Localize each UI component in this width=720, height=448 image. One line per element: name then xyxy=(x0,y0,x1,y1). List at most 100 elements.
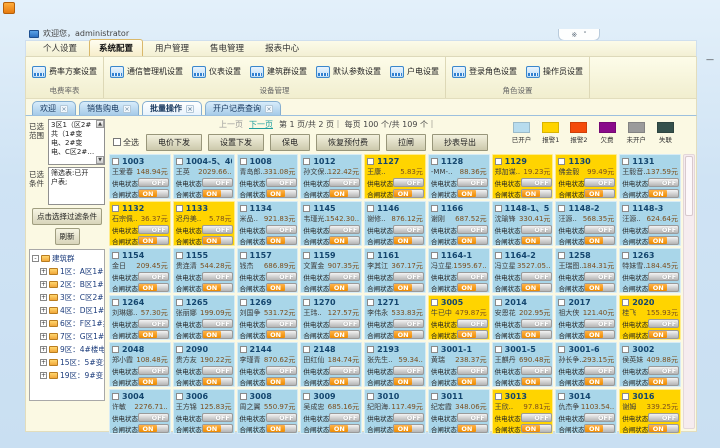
doc-tab-欢迎[interactable]: 欢迎× xyxy=(32,101,76,115)
switch-toggle-on[interactable]: ON xyxy=(521,377,552,386)
switch-toggle-on[interactable]: ON xyxy=(521,236,552,245)
ribbon-button-操作员设置[interactable]: 操作员设置 xyxy=(526,66,583,78)
switch-toggle-on[interactable]: ON xyxy=(329,189,360,198)
meter-card-1161[interactable]: 1161李其江367.17元供电状态OFF合闸状态ON xyxy=(364,248,426,293)
supply-toggle-off[interactable]: OFF xyxy=(584,225,615,234)
switch-toggle-on[interactable]: ON xyxy=(329,236,360,245)
supply-toggle-off[interactable]: OFF xyxy=(202,319,233,328)
switch-toggle-on[interactable]: ON xyxy=(138,236,169,245)
close-tab-icon[interactable]: × xyxy=(60,105,68,113)
card-checkbox[interactable] xyxy=(431,205,438,212)
menu-tab-报表中心[interactable]: 报表中心 xyxy=(256,40,308,56)
switch-toggle-on[interactable]: ON xyxy=(584,330,615,339)
card-checkbox[interactable] xyxy=(367,158,374,165)
supply-toggle-off[interactable]: OFF xyxy=(266,366,297,375)
meter-card-3001-6[interactable]: 3001-6孙长争..293.15元供电状态OFF合闸状态ON xyxy=(555,342,617,387)
meter-card-1127[interactable]: 1127王康..5.83元供电状态OFF合闸状态ON xyxy=(364,154,426,199)
menu-tab-售电管理[interactable]: 售电管理 xyxy=(201,40,253,56)
meter-card-1133[interactable]: 1133迟丹美..5.78元供电状态OFF合闸状态ON xyxy=(173,201,235,246)
supply-toggle-off[interactable]: OFF xyxy=(393,225,424,234)
switch-toggle-on[interactable]: ON xyxy=(457,189,488,198)
supply-toggle-off[interactable]: OFF xyxy=(648,366,679,375)
meter-card-1258[interactable]: 1258王瑞图..184.31元供电状态OFF合闸状态ON xyxy=(555,248,617,293)
switch-toggle-on[interactable]: ON xyxy=(393,424,424,433)
meter-card-1271[interactable]: 1271李伟永533.83元供电状态OFF合闸状态ON xyxy=(364,295,426,340)
supply-toggle-off[interactable]: OFF xyxy=(202,225,233,234)
supply-toggle-off[interactable]: OFF xyxy=(457,366,488,375)
card-checkbox[interactable] xyxy=(367,252,374,259)
card-checkbox[interactable] xyxy=(240,299,247,306)
switch-toggle-on[interactable]: ON xyxy=(584,283,615,292)
meter-card-3006[interactable]: 3006王方锦125.83元供电状态OFF合闸状态ON xyxy=(173,389,235,434)
toolbar-button-抄表导出[interactable]: 抄表导出 xyxy=(432,134,488,151)
card-checkbox[interactable] xyxy=(176,299,183,306)
tree-node[interactable]: +1区：A区1#井 xyxy=(32,265,104,278)
card-checkbox[interactable] xyxy=(558,346,565,353)
prev-page-link[interactable]: 上一页 xyxy=(219,119,243,130)
meter-card-2144[interactable]: 2144李瑾青870.62元供电状态OFF合闸状态ON xyxy=(237,342,299,387)
meter-card-1145[interactable]: 1145韦瑾光..1542.30..供电状态OFF合闸状态ON xyxy=(300,201,362,246)
supply-toggle-off[interactable]: OFF xyxy=(138,272,169,281)
card-checkbox[interactable] xyxy=(367,393,374,400)
meter-card-1148-3[interactable]: 1148-3汪源..624.64元供电状态OFF合闸状态ON xyxy=(619,201,681,246)
tree-node[interactable]: +19区：9#变电站（2… xyxy=(32,369,104,382)
supply-toggle-off[interactable]: OFF xyxy=(457,178,488,187)
expand-node-icon[interactable]: + xyxy=(40,372,47,379)
supply-toggle-off[interactable]: OFF xyxy=(648,413,679,422)
switch-toggle-on[interactable]: ON xyxy=(202,424,233,433)
card-checkbox[interactable] xyxy=(303,252,310,259)
switch-toggle-on[interactable]: ON xyxy=(266,236,297,245)
meter-card-3014[interactable]: 3014仇杰争1103.54..供电状态OFF合闸状态ON xyxy=(555,389,617,434)
supply-toggle-off[interactable]: OFF xyxy=(521,413,552,422)
select-all-control[interactable]: 全选 xyxy=(113,137,139,148)
menu-tab-用户管理[interactable]: 用户管理 xyxy=(146,40,198,56)
supply-toggle-off[interactable]: OFF xyxy=(202,178,233,187)
expand-node-icon[interactable]: + xyxy=(40,268,47,275)
meter-card-1003[interactable]: 1003王爱春148.94元供电状态OFF合闸状态ON xyxy=(109,154,171,199)
meter-card-3011[interactable]: 3011纪宏霞348.06元供电状态OFF合闸状态ON xyxy=(428,389,490,434)
meter-card-1146[interactable]: 1146谢修..876.12元供电状态OFF合闸状态ON xyxy=(364,201,426,246)
meter-card-1128[interactable]: 1128-MM-..88.36元供电状态OFF合闸状态ON xyxy=(428,154,490,199)
card-checkbox[interactable] xyxy=(622,393,629,400)
card-checkbox[interactable] xyxy=(558,393,565,400)
meter-card-1159[interactable]: 1159文置金907.35元供电状态OFF合闸状态ON xyxy=(300,248,362,293)
supply-toggle-off[interactable]: OFF xyxy=(393,319,424,328)
supply-toggle-off[interactable]: OFF xyxy=(648,225,679,234)
meter-card-2148[interactable]: 2148田红仙184.74元供电状态OFF合闸状态ON xyxy=(300,342,362,387)
supply-toggle-off[interactable]: OFF xyxy=(393,178,424,187)
switch-toggle-on[interactable]: ON xyxy=(648,189,679,198)
meter-card-1012[interactable]: 1012孙文保..122.42元供电状态OFF合闸状态ON xyxy=(300,154,362,199)
supply-toggle-off[interactable]: OFF xyxy=(329,272,360,281)
card-checkbox[interactable] xyxy=(112,252,119,259)
scroll-up-icon[interactable]: ▲ xyxy=(96,120,104,128)
expand-node-icon[interactable]: + xyxy=(40,346,47,353)
meter-card-1269[interactable]: 1269刘国争531.72元供电状态OFF合闸状态ON xyxy=(237,295,299,340)
supply-toggle-off[interactable]: OFF xyxy=(393,366,424,375)
supply-toggle-off[interactable]: OFF xyxy=(138,366,169,375)
card-checkbox[interactable] xyxy=(367,205,374,212)
supply-toggle-off[interactable]: OFF xyxy=(329,178,360,187)
card-checkbox[interactable] xyxy=(495,252,502,259)
switch-toggle-on[interactable]: ON xyxy=(266,424,297,433)
supply-toggle-off[interactable]: OFF xyxy=(648,178,679,187)
supply-toggle-off[interactable]: OFF xyxy=(584,413,615,422)
supply-toggle-off[interactable]: OFF xyxy=(457,225,488,234)
card-checkbox[interactable] xyxy=(240,393,247,400)
switch-toggle-on[interactable]: ON xyxy=(457,236,488,245)
card-checkbox[interactable] xyxy=(112,205,119,212)
supply-toggle-off[interactable]: OFF xyxy=(584,366,615,375)
card-checkbox[interactable] xyxy=(431,393,438,400)
card-checkbox[interactable] xyxy=(240,346,247,353)
switch-toggle-on[interactable]: ON xyxy=(266,283,297,292)
meter-card-1148-1、522[interactable]: 1148-1、522沈瑜锋330.41元供电状态OFF合闸状态ON xyxy=(492,201,554,246)
ribbon-button-仪表设置[interactable]: 仪表设置 xyxy=(192,66,241,78)
card-checkbox[interactable] xyxy=(495,299,502,306)
meter-card-3005[interactable]: 3005牛已中479.87元供电状态OFF合闸状态ON xyxy=(428,295,490,340)
meter-card-1134[interactable]: 1134米品..921.83元供电状态OFF合闸状态ON xyxy=(237,201,299,246)
meter-card-2014[interactable]: 2014安恩花202.95元供电状态OFF合闸状态ON xyxy=(492,295,554,340)
ribbon-button-通信管理机设置[interactable]: 通信管理机设置 xyxy=(110,66,183,78)
supply-toggle-off[interactable]: OFF xyxy=(202,413,233,422)
meter-card-1154[interactable]: 1154金日209.45元供电状态OFF合闸状态ON xyxy=(109,248,171,293)
meter-card-1263[interactable]: 1263特妹雪..184.45元供电状态OFF合闸状态ON xyxy=(619,248,681,293)
supply-toggle-off[interactable]: OFF xyxy=(266,178,297,187)
